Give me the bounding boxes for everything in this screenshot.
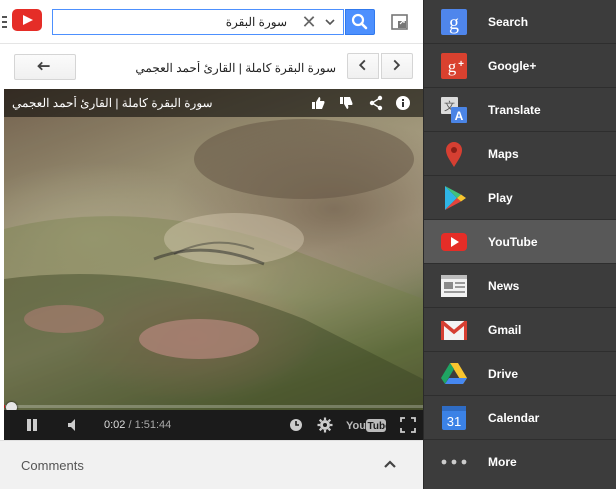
calendar-icon-day: 31 xyxy=(447,414,461,429)
menu-item-label: Gmail xyxy=(488,323,522,337)
top-bar: ✕ xyxy=(0,0,423,44)
video-player[interactable]: سورة البقرة كاملة | القارئ أحمد العجمي 0… xyxy=(4,89,423,440)
back-arrow-icon xyxy=(37,61,50,71)
volume-icon[interactable] xyxy=(66,417,82,433)
more-dots-icon xyxy=(441,459,467,465)
menu-item-label: News xyxy=(488,279,520,293)
search-icon xyxy=(351,13,368,30)
google-apps-menu: g Search g + Google+ 文 A Translate Maps xyxy=(423,0,616,489)
dislike-icon[interactable] xyxy=(338,95,354,111)
youtube-wordmark-icon[interactable]: You Tube xyxy=(346,416,386,434)
gmail-icon xyxy=(440,320,468,340)
video-frame xyxy=(4,89,423,440)
time-display: 0:02 / 1:51:44 xyxy=(104,419,171,431)
pause-icon[interactable] xyxy=(24,417,40,433)
settings-gear-icon[interactable] xyxy=(317,417,333,433)
menu-item-youtube[interactable]: YouTube xyxy=(424,220,616,264)
menu-item-googleplus[interactable]: g + Google+ xyxy=(424,44,616,88)
svg-text:g: g xyxy=(449,12,459,34)
time-separator: / xyxy=(125,419,135,431)
progress-bar[interactable] xyxy=(4,405,423,408)
youtube-logo-icon[interactable] xyxy=(12,9,42,31)
search-button[interactable] xyxy=(345,9,375,35)
comments-section-header[interactable]: Comments xyxy=(0,440,423,489)
news-icon xyxy=(441,275,467,297)
map-pin-icon xyxy=(446,142,462,167)
svg-text:Tube: Tube xyxy=(368,421,387,432)
svg-text:+: + xyxy=(458,59,464,70)
search-box: ✕ xyxy=(52,9,344,35)
menu-item-label: YouTube xyxy=(488,235,538,249)
share-icon[interactable] xyxy=(368,95,384,111)
watch-later-icon[interactable] xyxy=(288,417,304,433)
current-time: 0:02 xyxy=(104,419,126,431)
fullscreen-icon[interactable] xyxy=(400,417,416,433)
menu-item-maps[interactable]: Maps xyxy=(424,132,616,176)
youtube-pane: ✕ سورة البقرة كاملة | القارئ أحمد العجمي xyxy=(0,0,423,489)
clear-search-icon[interactable]: ✕ xyxy=(300,13,318,31)
translate-icon: 文 A xyxy=(441,97,467,123)
svg-text:You: You xyxy=(346,420,366,432)
video-title: سورة البقرة كاملة | القارئ أحمد العجمي xyxy=(135,61,336,75)
menu-item-gmail[interactable]: Gmail xyxy=(424,308,616,352)
video-info-overlay: سورة البقرة كاملة | القارئ أحمد العجمي xyxy=(4,89,423,117)
google-plus-icon: g + xyxy=(441,53,467,79)
menu-item-label: Search xyxy=(488,15,529,29)
play-store-icon xyxy=(445,186,466,210)
menu-item-drive[interactable]: Drive xyxy=(424,352,616,396)
menu-item-search[interactable]: g Search xyxy=(424,0,616,44)
svg-text:A: A xyxy=(455,109,464,123)
chevron-left-icon xyxy=(358,59,366,71)
duration: 1:51:44 xyxy=(134,419,172,431)
calendar-icon: 31 xyxy=(442,406,466,430)
chevron-down-icon[interactable] xyxy=(324,17,336,27)
player-controls: 0:02 / 1:51:44 You Tube xyxy=(4,410,423,440)
youtube-icon xyxy=(441,233,467,251)
menu-item-label: Play xyxy=(488,191,513,205)
menu-item-label: Drive xyxy=(488,367,519,381)
menu-item-more[interactable]: More xyxy=(424,440,616,489)
menu-item-label: Maps xyxy=(488,147,519,161)
overlay-video-title[interactable]: سورة البقرة كاملة | القارئ أحمد العجمي xyxy=(12,96,312,110)
svg-text:g: g xyxy=(448,57,457,76)
chevron-up-icon[interactable] xyxy=(382,457,398,471)
menu-icon[interactable] xyxy=(2,16,7,30)
info-icon[interactable] xyxy=(395,95,411,111)
comments-label: Comments xyxy=(21,458,84,473)
menu-item-label: Translate xyxy=(488,103,541,117)
menu-item-news[interactable]: News xyxy=(424,264,616,308)
menu-item-label: Calendar xyxy=(488,411,540,425)
previous-video-button[interactable] xyxy=(347,53,379,79)
search-input[interactable] xyxy=(53,10,293,34)
share-window-icon[interactable] xyxy=(389,11,411,33)
drive-icon xyxy=(441,363,467,384)
menu-item-label: More xyxy=(488,455,517,469)
menu-item-calendar[interactable]: 31 Calendar xyxy=(424,396,616,440)
like-icon[interactable] xyxy=(310,95,326,111)
chevron-right-icon xyxy=(393,59,401,71)
next-video-button[interactable] xyxy=(381,53,413,79)
menu-item-label: Google+ xyxy=(488,59,537,73)
menu-item-play[interactable]: Play xyxy=(424,176,616,220)
back-button[interactable] xyxy=(14,54,76,80)
menu-item-translate[interactable]: 文 A Translate xyxy=(424,88,616,132)
google-search-icon: g xyxy=(441,9,467,35)
